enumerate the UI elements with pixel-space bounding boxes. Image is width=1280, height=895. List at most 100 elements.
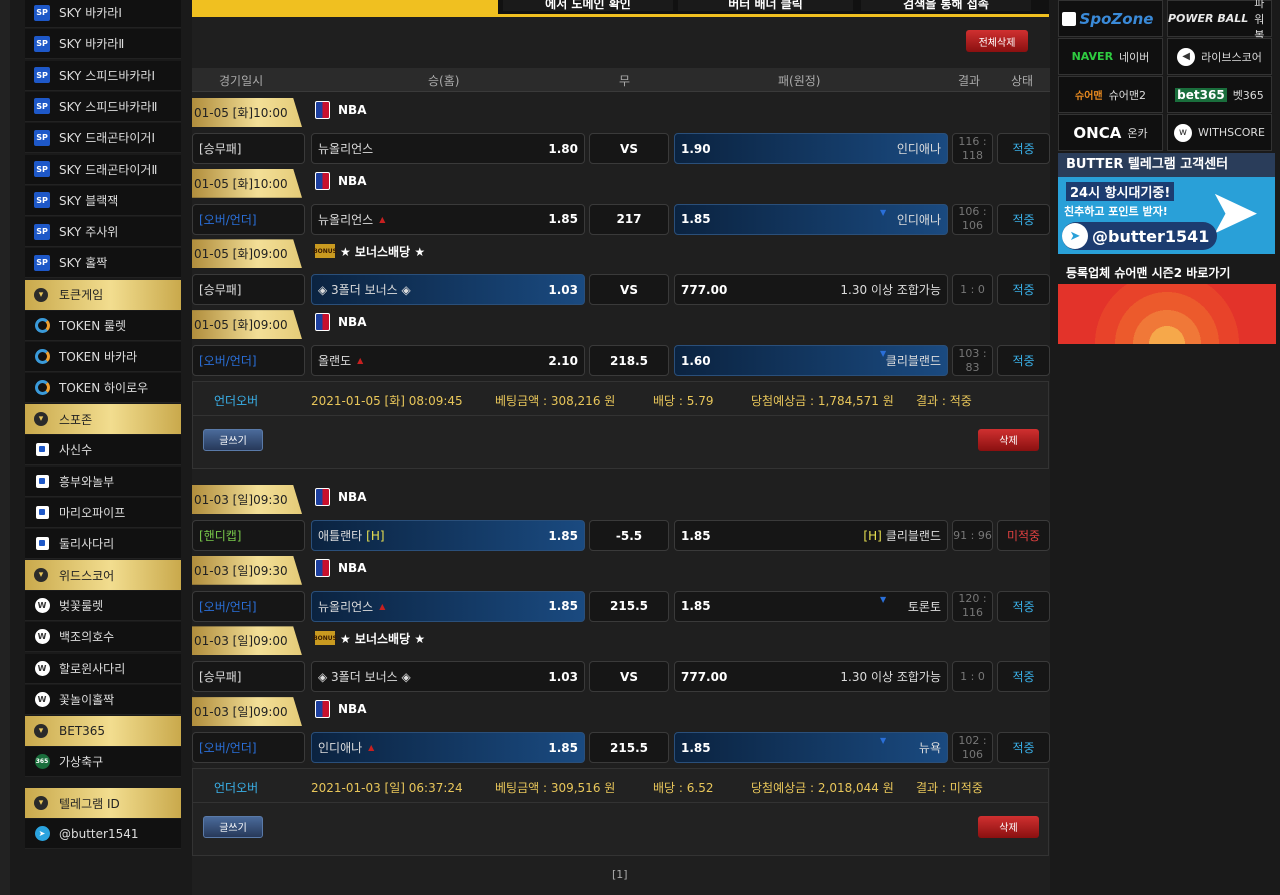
match-score: 91 : 96	[952, 520, 993, 551]
summary-kind: 언더오버	[214, 780, 259, 795]
sidebar-item[interactable]: 마리오파이프	[25, 497, 181, 528]
sidebar-item[interactable]: ➤ @butter1541	[25, 819, 181, 850]
away-pick[interactable]: 777.00 1.30 이상 조합가능	[674, 274, 948, 306]
sidebar-item[interactable]: TOKEN 바카라	[25, 341, 181, 372]
delete-button[interactable]: 삭제	[978, 428, 1039, 451]
home-pick[interactable]: 인디애나 ▲ 1.85	[311, 732, 585, 764]
partner-link-2[interactable]: POWER BALL 파워볼	[1167, 0, 1272, 42]
away-pick[interactable]: 1.85 ▼ 토론토	[674, 590, 948, 622]
match-date: 01-03 [일]09:30	[192, 555, 302, 585]
sidebar-item-label: SKY 드래곤타이거Ⅰ	[59, 131, 155, 146]
sp-icon: SP	[34, 192, 50, 209]
draw-pick[interactable]: VS	[589, 661, 669, 693]
draw-pick[interactable]: 215.5	[589, 732, 669, 764]
sidebar-item-label: SKY 주사위	[59, 225, 119, 240]
home-odd: 1.85	[548, 599, 578, 614]
home-pick[interactable]: 뉴올리언스 ▲ 1.85	[311, 590, 585, 622]
match-status: 적중	[997, 590, 1050, 622]
top-banner[interactable]: 에서 도메인 확인 버터 배너 클릭 검색을 통해 접속	[192, 0, 1049, 17]
sidebar-item[interactable]: 둘리사다리	[25, 528, 181, 559]
telegram-id: @butter1541	[1092, 226, 1210, 246]
away-pick[interactable]: 1.60 ▼ 클리블랜드	[674, 345, 948, 377]
partner-link-8[interactable]: w WITHSCORE	[1167, 114, 1272, 151]
sidebar-item-label: 흥부와놀부	[59, 474, 115, 489]
away-pick[interactable]: 1.90 인디애나	[674, 133, 948, 164]
sidebar-item[interactable]: W 꽃놀이홀짝	[25, 684, 181, 715]
home-pick[interactable]: 올랜도 ▲ 2.10	[311, 345, 585, 377]
token-icon	[34, 380, 50, 396]
sidebar-section-4[interactable]: ▾ 텔레그램 ID	[25, 788, 181, 819]
home-team: 인디애나	[318, 741, 363, 756]
sidebar-item-sky-6[interactable]: SP SKY 드래곤타이거Ⅱ	[25, 154, 181, 185]
away-odd: 777.00	[681, 282, 728, 297]
sidebar-item[interactable]: W 벚꽃룰렛	[25, 591, 181, 622]
away-odd: 777.00	[681, 669, 728, 684]
delete-all-button[interactable]: 전체삭제	[966, 30, 1028, 52]
home-pick[interactable]: 애틀랜타 [H] 1.85	[311, 520, 585, 551]
sidebar-item[interactable]: W 백조의호수	[25, 622, 181, 653]
sidebar-item-sky-5[interactable]: SP SKY 드래곤타이거Ⅰ	[25, 123, 181, 154]
pagination[interactable]: [1]	[612, 868, 628, 881]
sidebar-item-label: 마리오파이프	[59, 505, 126, 520]
bet365-logo-icon: bet365	[1175, 87, 1227, 102]
draw-pick[interactable]: 215.5	[589, 590, 669, 622]
sureman-banner[interactable]: 등록업체 슈어맨 시즌2 바로가기	[1058, 262, 1276, 344]
away-pick[interactable]: 1.85 ▼ 인디애나	[674, 203, 948, 235]
partner-link-7[interactable]: ONCA 온카	[1058, 114, 1163, 151]
match-status: 적중	[997, 133, 1050, 164]
delete-button[interactable]: 삭제	[978, 815, 1039, 838]
sidebar-section-2[interactable]: ▾ 위드스코어	[25, 560, 181, 591]
sidebar-item-sky-4[interactable]: SP SKY 스피드바카라Ⅱ	[25, 91, 181, 122]
sidebar-item-sky-3[interactable]: SP SKY 스피드바카라Ⅰ	[25, 60, 181, 91]
league-label: NBA	[315, 170, 366, 192]
match-score: 1 : 0	[952, 661, 993, 693]
away-team: 뉴욕	[918, 741, 941, 756]
sidebar-section-1[interactable]: ▾ 스포존	[25, 404, 181, 435]
league-name: NBA	[338, 103, 367, 117]
home-team: ◈ 3폴더 보너스 ◈	[318, 670, 411, 685]
sidebar-item[interactable]: TOKEN 룰렛	[25, 310, 181, 341]
sidebar-item[interactable]: 흥부와놀부	[25, 466, 181, 497]
partner-link-5[interactable]: 슈어맨 슈어맨2	[1058, 76, 1163, 113]
partner-label: 네이버	[1119, 50, 1150, 64]
home-team: ◈ 3폴더 보너스 ◈	[318, 283, 411, 298]
sidebar-item[interactable]: W 할로윈사다리	[25, 653, 181, 684]
draw-pick[interactable]: 217	[589, 203, 669, 235]
sidebar-item-sky-7[interactable]: SP SKY 블랙잭	[25, 185, 181, 216]
sidebar-item-label: @butter1541	[59, 826, 139, 841]
partner-link-1[interactable]: SpoZone	[1058, 0, 1163, 37]
partner-link-6[interactable]: bet365 벳365	[1167, 76, 1272, 113]
sidebar-item-label: 사신수	[59, 443, 93, 458]
home-pick[interactable]: ◈ 3폴더 보너스 ◈ 1.03	[311, 661, 585, 693]
draw-pick[interactable]: VS	[589, 274, 669, 306]
away-pick[interactable]: 777.00 1.30 이상 조합가능	[674, 661, 948, 693]
sidebar-item[interactable]: 사신수	[25, 435, 181, 466]
sidebar-item[interactable]: 365 가상축구	[25, 746, 181, 777]
draw-pick[interactable]: 218.5	[589, 345, 669, 377]
draw-pick[interactable]: VS	[589, 133, 669, 164]
chevron-down-icon: ▾	[34, 796, 48, 811]
sidebar-item-sky-2[interactable]: SP SKY 바카라Ⅱ	[25, 29, 181, 60]
write-button[interactable]: 글쓰기	[203, 428, 263, 451]
sidebar-section-0[interactable]: ▾ 토큰게임	[25, 279, 181, 310]
spozone-logo-icon: SpoZone	[1079, 9, 1154, 28]
telegram-banner[interactable]: BUTTER 텔레그램 고객센터 24시 항시대기중! 친추하고 포인트 받자! ➤ ➤…	[1058, 153, 1275, 254]
away-pick[interactable]: 1.85 ▼ 뉴욕	[674, 732, 948, 764]
partner-label: 라이브스코어	[1201, 50, 1262, 64]
sidebar-item-sky-9[interactable]: SP SKY 홀짝	[25, 248, 181, 279]
home-pick[interactable]: 뉴올리언스 1.80	[311, 133, 585, 164]
write-button[interactable]: 글쓰기	[203, 815, 263, 838]
sidebar-item-sky-8[interactable]: SP SKY 주사위	[25, 217, 181, 248]
home-pick[interactable]: 뉴올리언스 ▲ 1.85	[311, 203, 585, 235]
partner-link-4[interactable]: ◀ 라이브스코어	[1167, 38, 1272, 75]
sidebar-section-3[interactable]: ▾ BET365	[25, 715, 181, 746]
home-odd: 1.03	[548, 669, 578, 684]
sidebar-item-sky-1[interactable]: SP SKY 바카라Ⅰ	[25, 0, 181, 28]
nba-logo-icon	[315, 313, 330, 332]
partner-link-3[interactable]: NAVER 네이버	[1058, 38, 1163, 75]
sidebar-item[interactable]: TOKEN 하이로우	[25, 373, 181, 404]
draw-pick[interactable]: -5.5	[589, 520, 669, 551]
home-pick[interactable]: ◈ 3폴더 보너스 ◈ 1.03	[311, 274, 585, 306]
slip-summary: 언더오버 2021-01-03 [일] 06:37:24 베팅금액 : 309,51…	[192, 767, 1049, 856]
away-pick[interactable]: 1.85 [H] 클리블랜드	[674, 520, 948, 551]
